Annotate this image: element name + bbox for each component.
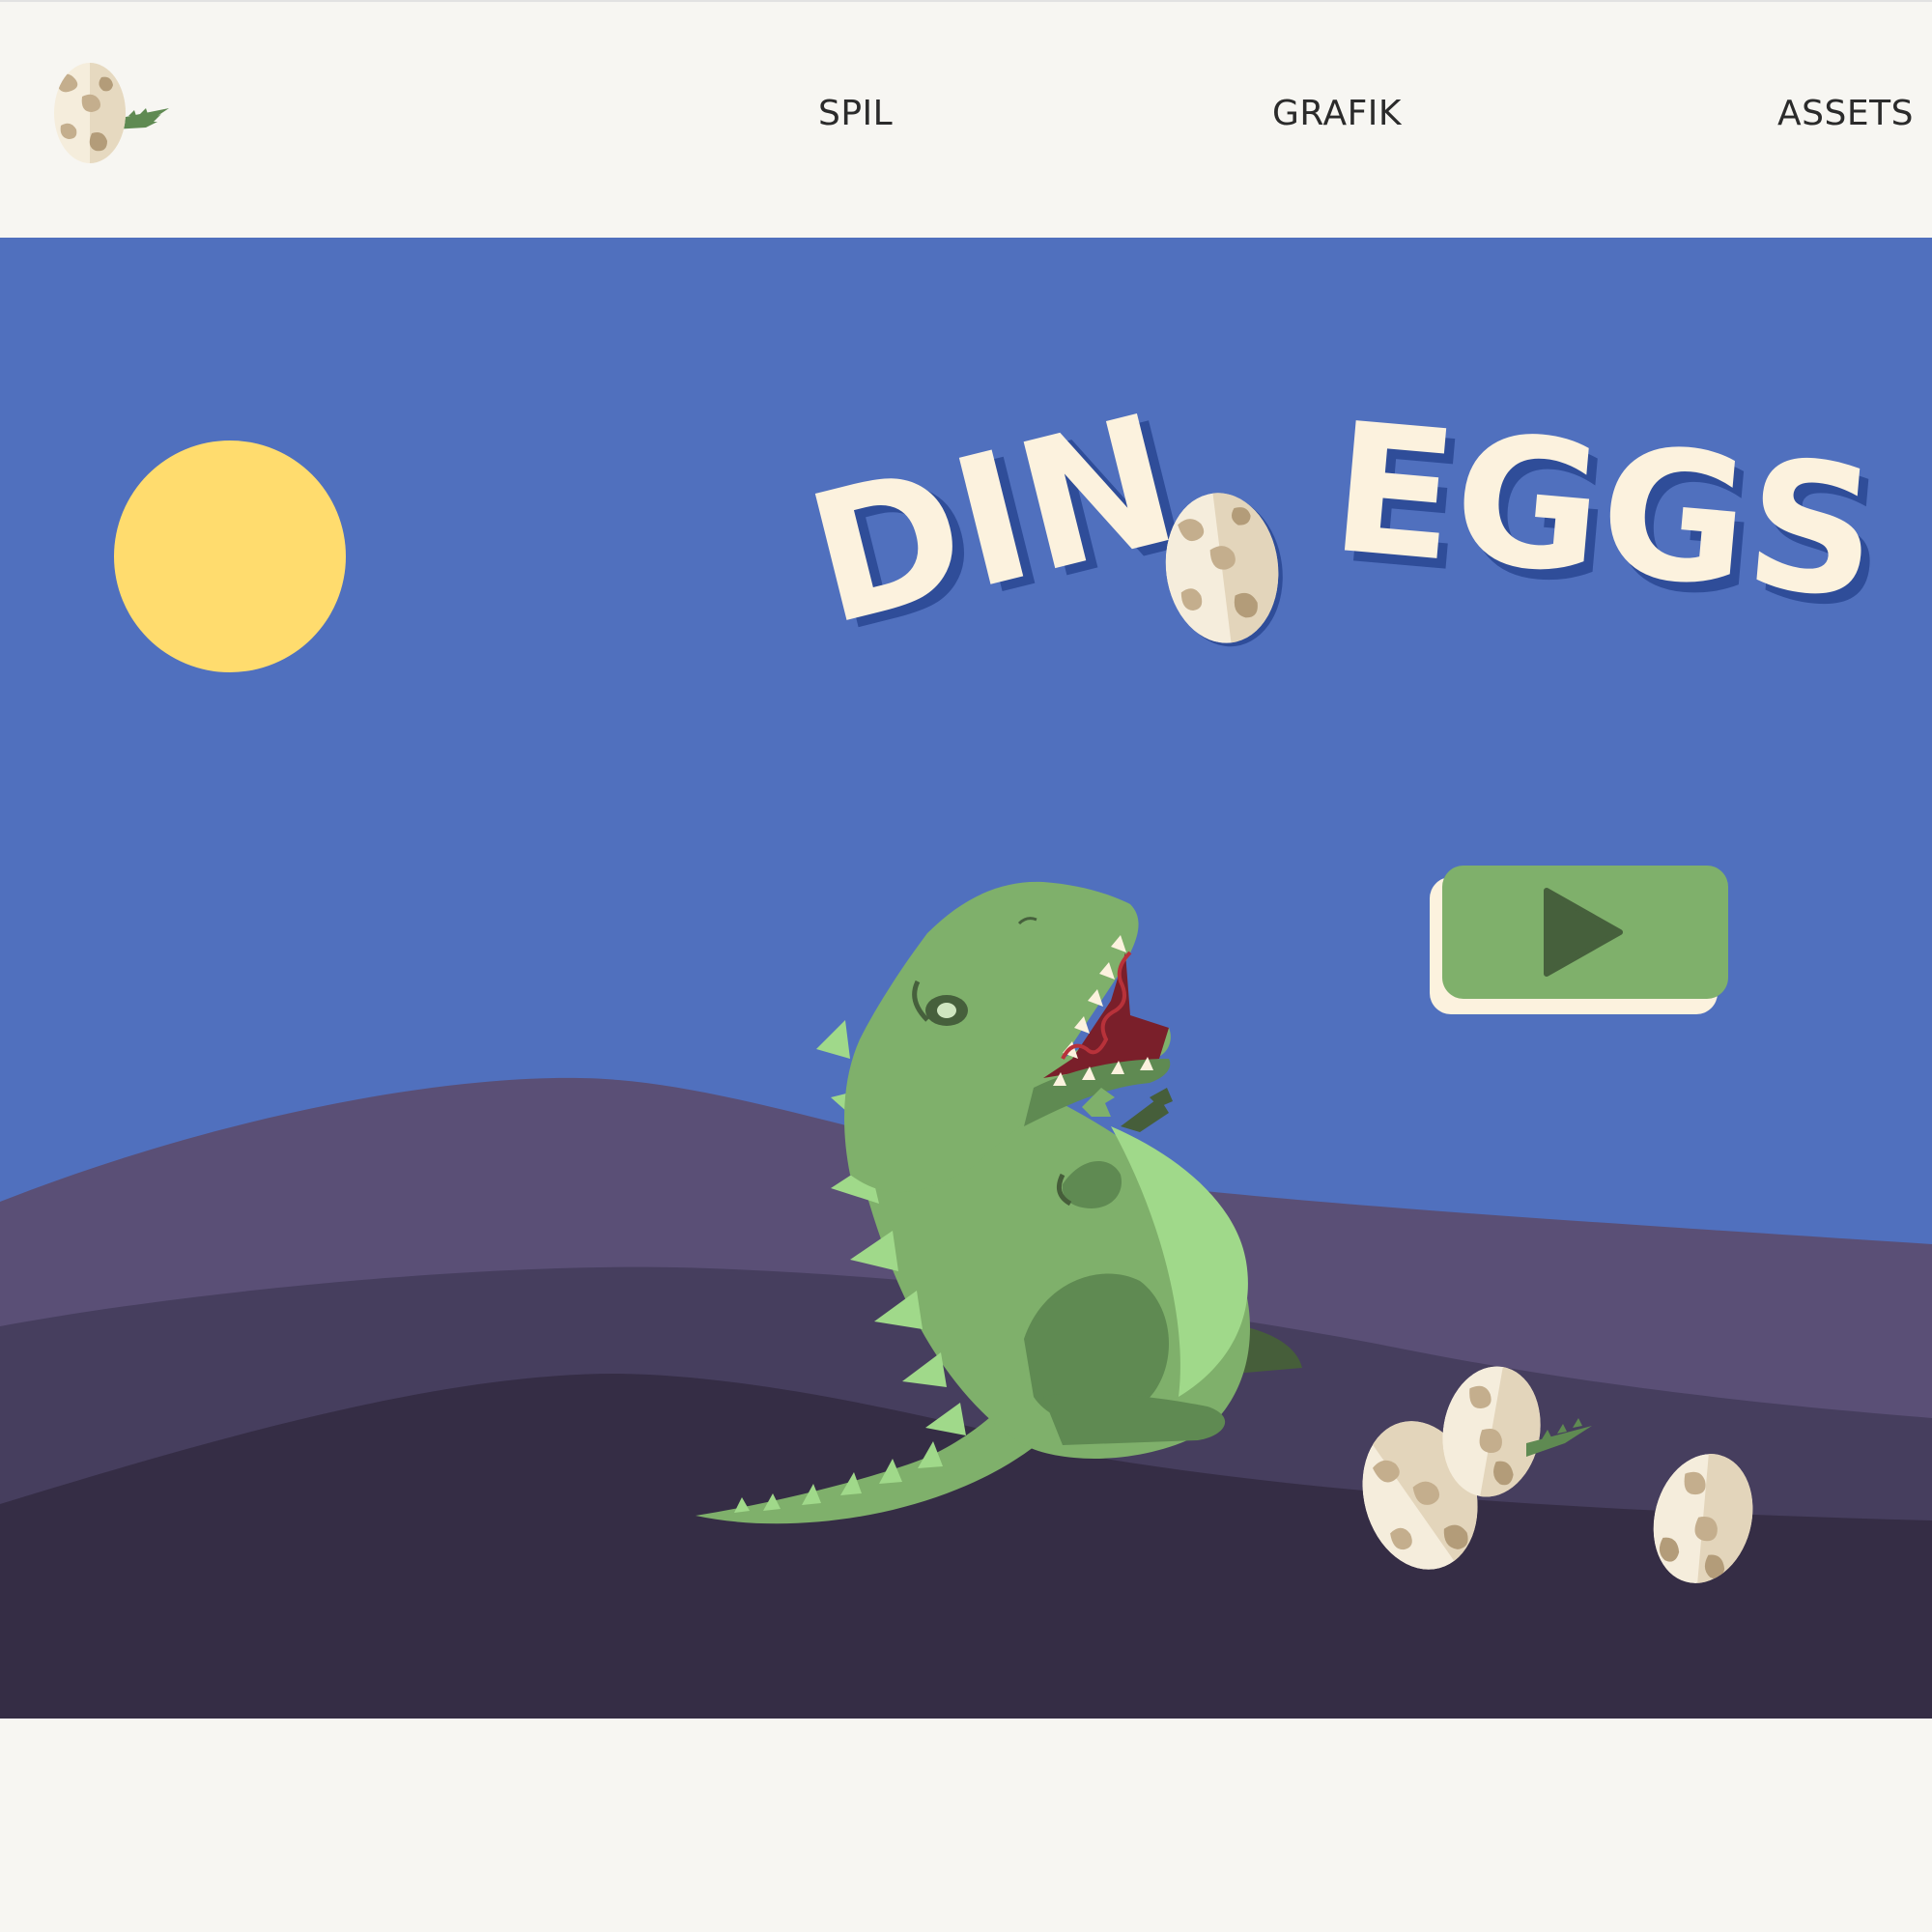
- top-navigation-bar: SPIL GRAFIK ASSETS: [0, 2, 1932, 238]
- sun: [114, 440, 346, 672]
- nav-link-grafik[interactable]: GRAFIK: [1272, 97, 1402, 131]
- page: SPIL GRAFIK ASSETS DIN DIN EGGS EGGS: [0, 0, 1932, 1932]
- game-canvas[interactable]: DIN DIN EGGS EGGS: [0, 238, 1932, 1719]
- nav-link-assets[interactable]: ASSETS: [1777, 97, 1914, 131]
- dino-egg-logo-icon[interactable]: [53, 58, 179, 168]
- nav-link-spil[interactable]: SPIL: [818, 97, 893, 131]
- play-button[interactable]: [1430, 866, 1728, 1014]
